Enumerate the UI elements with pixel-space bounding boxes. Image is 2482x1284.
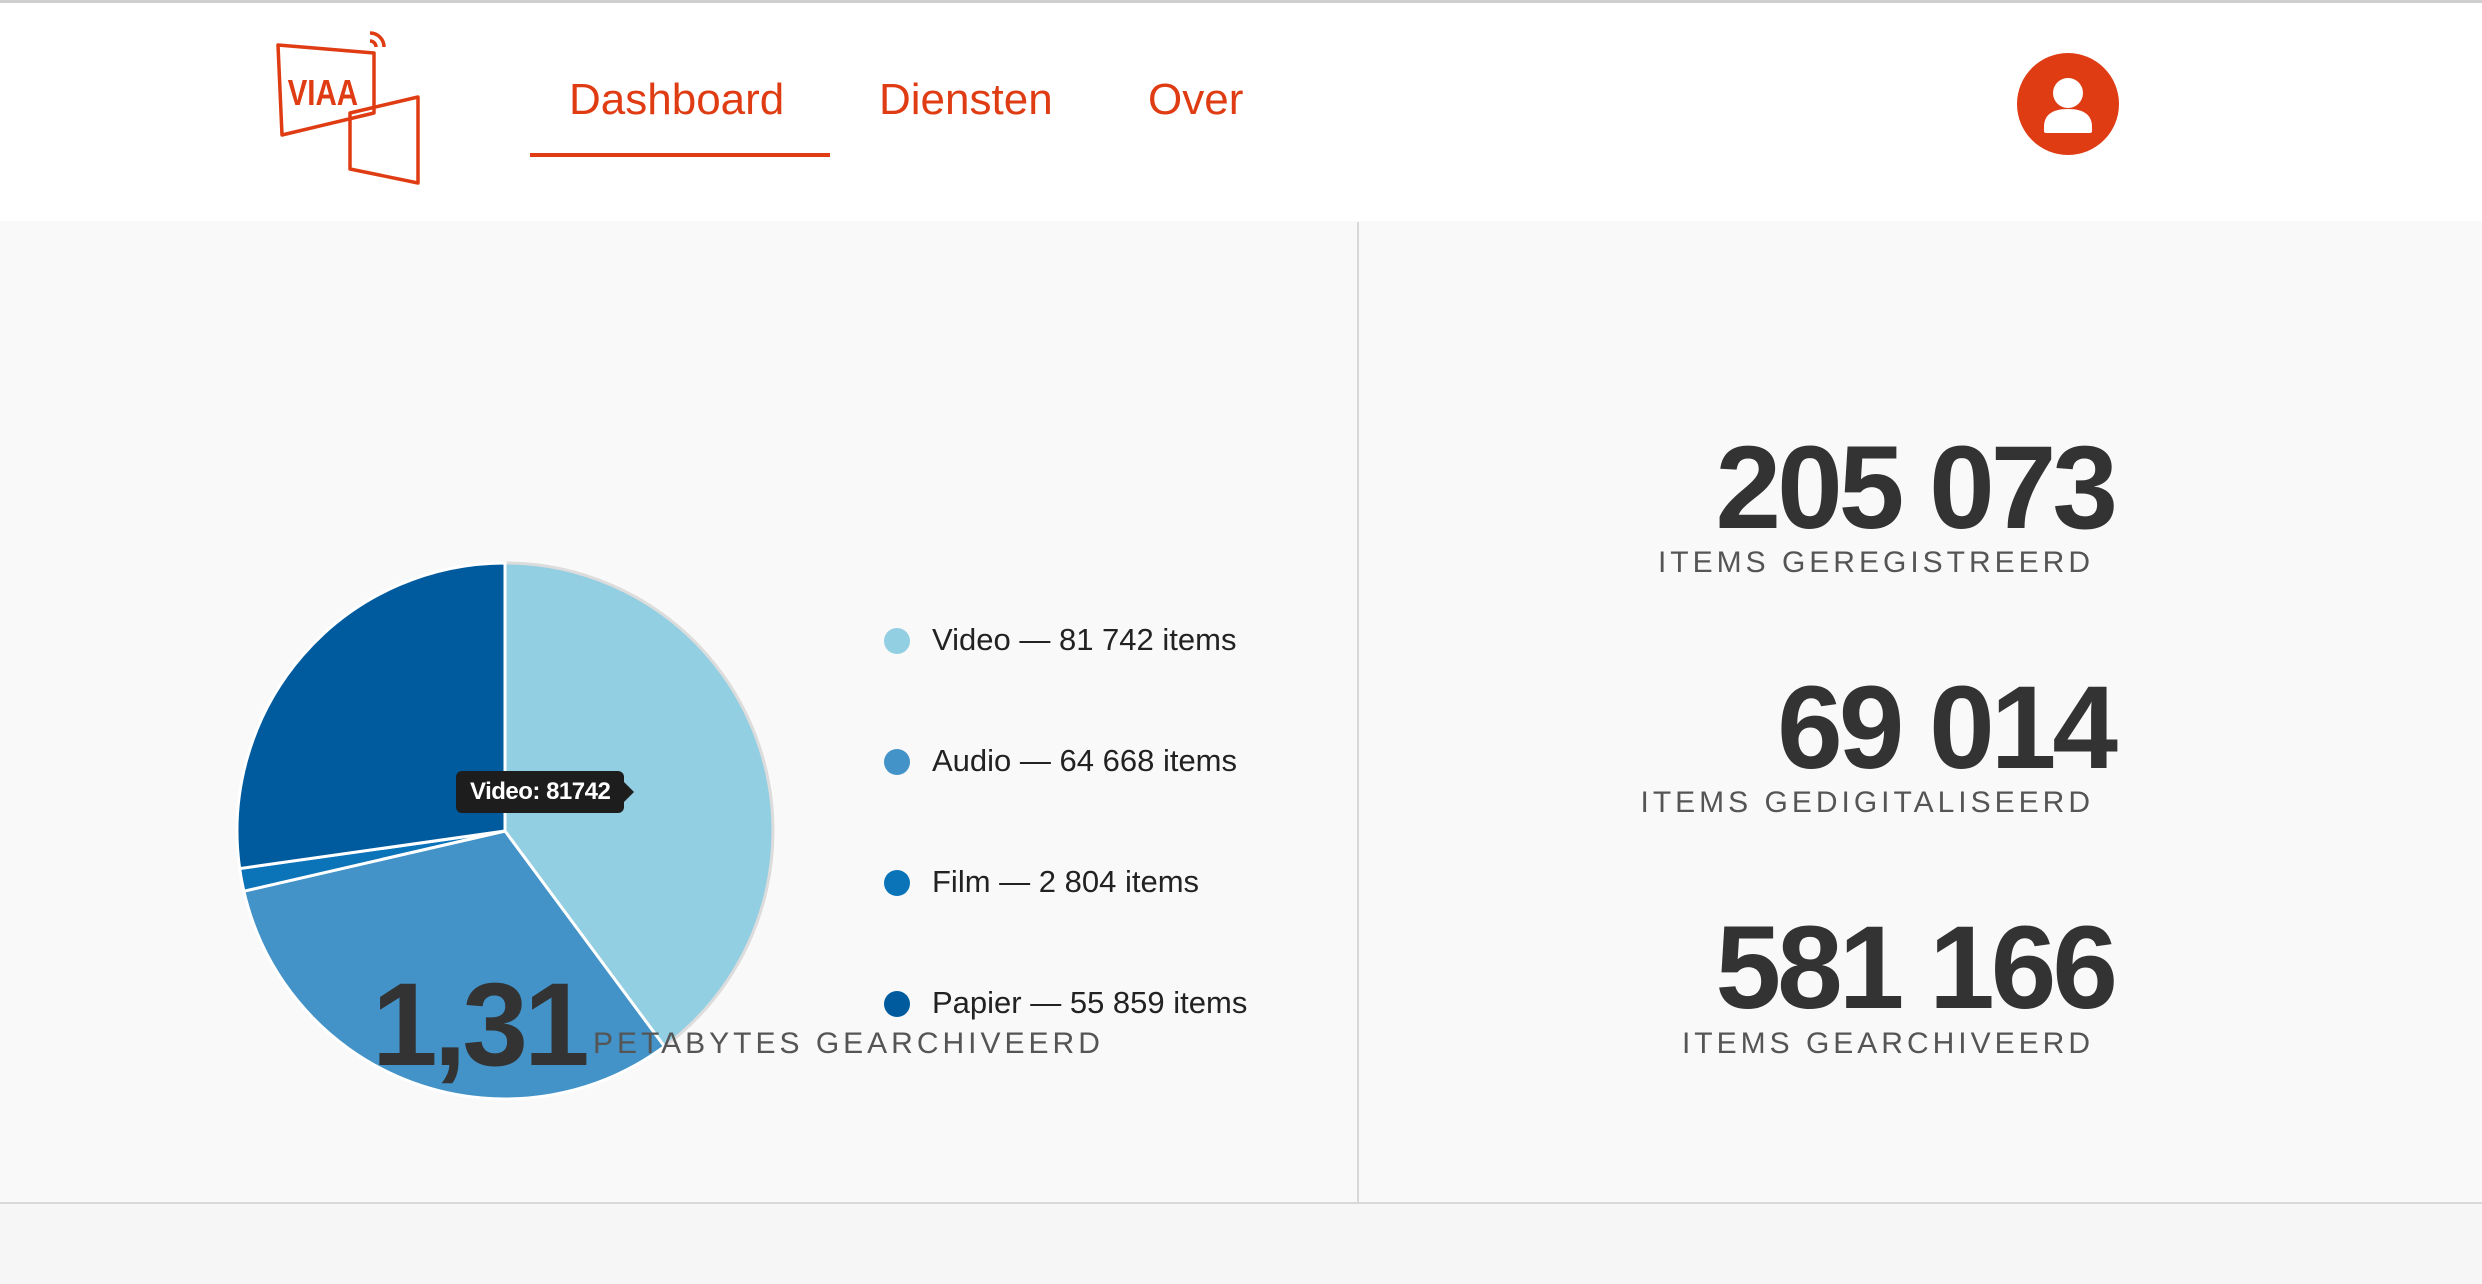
user-avatar-button[interactable] <box>2017 53 2119 155</box>
user-icon <box>2044 78 2092 133</box>
stat-digitised-value: 69 014 <box>1777 662 2118 794</box>
legend-dot <box>884 991 910 1017</box>
stat-archived-value: 581 166 <box>1715 902 2118 1034</box>
legend-dot <box>884 628 910 654</box>
stat-registered-value: 205 073 <box>1715 422 2118 554</box>
nav-dashboard[interactable]: Dashboard <box>569 75 784 125</box>
viaa-logo[interactable]: VIAA <box>272 31 432 193</box>
legend-dot <box>884 749 910 775</box>
nav-active-underline <box>530 153 830 157</box>
legend-label: Audio — 64 668 items <box>932 743 1238 778</box>
stat-digitised-label: ITEMS GEDIGITALISEERD <box>1640 786 2094 819</box>
column-divider <box>1357 222 1359 1202</box>
legend-label: Video — 81 742 items <box>932 622 1237 657</box>
storage-label: PETABYTES GEARCHIVEERD <box>593 1027 1104 1060</box>
footer <box>0 1204 2482 1284</box>
storage-value: 1,31 <box>372 959 590 1091</box>
stat-archived-label: ITEMS GEARCHIVEERD <box>1681 1027 2094 1060</box>
logo-text: VIAA <box>288 72 359 112</box>
stat-registered-label: ITEMS GEREGISTREERD <box>1657 546 2094 579</box>
nav-diensten[interactable]: Diensten <box>879 75 1053 125</box>
pie-slice-papier[interactable] <box>235 561 507 871</box>
header: VIAA Dashboard Diensten Over <box>0 3 2482 221</box>
legend-label: Papier — 55 859 items <box>932 985 1248 1020</box>
legend-dot <box>884 870 910 896</box>
legend-label: Film — 2 804 items <box>932 864 1200 899</box>
chart-tooltip: Video: 81742 <box>456 771 635 813</box>
nav-over[interactable]: Over <box>1148 75 1243 125</box>
dashboard-main: Video: 81742 Video — 81 742 items Audio —… <box>0 221 2482 1201</box>
